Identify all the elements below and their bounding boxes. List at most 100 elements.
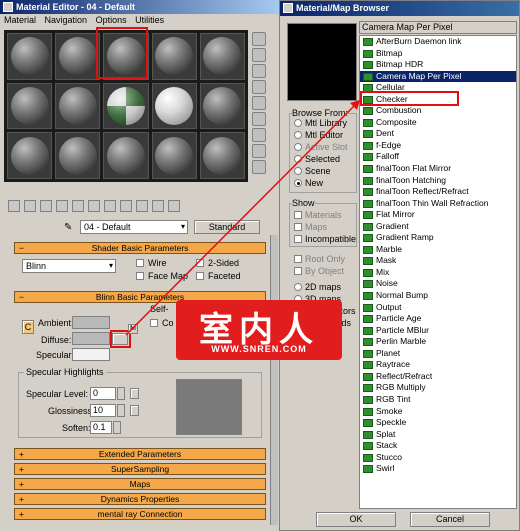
map-list-item[interactable]: Mix: [360, 267, 516, 279]
shader-type-dropdown[interactable]: Blinn: [22, 259, 116, 273]
map-list-item[interactable]: Mask: [360, 255, 516, 267]
map-list-item[interactable]: Gradient Ramp: [360, 232, 516, 244]
self-illum-color-checkbox[interactable]: [150, 319, 158, 327]
dynamics-properties-rollout-header[interactable]: + Dynamics Properties: [14, 493, 266, 505]
browse-from-radio[interactable]: [294, 179, 302, 187]
map-list-item[interactable]: Particle MBlur: [360, 325, 516, 337]
map-list-item[interactable]: Combustion: [360, 105, 516, 117]
menu-utilities[interactable]: Utilities: [135, 15, 164, 25]
sample-slot[interactable]: [151, 132, 197, 179]
sample-slot[interactable]: [199, 82, 245, 130]
browse-from-radio[interactable]: [294, 167, 302, 175]
specular-color-swatch[interactable]: [72, 348, 110, 361]
sample-slot[interactable]: [55, 82, 101, 130]
supersampling-rollout-header[interactable]: + SuperSampling: [14, 463, 266, 475]
put-to-scene-button[interactable]: [24, 200, 36, 212]
map-list-item[interactable]: Noise: [360, 278, 516, 290]
map-list-item[interactable]: finalToon Hatching: [360, 175, 516, 187]
menu-options[interactable]: Options: [96, 15, 127, 25]
show-incompatible-checkbox[interactable]: [294, 235, 302, 243]
show-materials-checkbox[interactable]: [294, 211, 302, 219]
ambient-color-swatch[interactable]: [72, 316, 110, 329]
make-preview-button[interactable]: [252, 112, 266, 126]
map-list-item[interactable]: Stucco: [360, 452, 516, 464]
menu-material[interactable]: Material: [4, 15, 36, 25]
maps-rollout-header[interactable]: + Maps: [14, 478, 266, 490]
map-list-item[interactable]: Bitmap: [360, 48, 516, 60]
show-map-in-viewport-button[interactable]: [120, 200, 132, 212]
menu-navigation[interactable]: Navigation: [45, 15, 88, 25]
map-list-item[interactable]: Speckle: [360, 417, 516, 429]
sample-slot[interactable]: [199, 132, 245, 179]
browse-from-radio[interactable]: [294, 119, 302, 127]
browse-from-radio[interactable]: [294, 143, 302, 151]
video-color-check-button[interactable]: [252, 96, 266, 110]
map-list-item[interactable]: Flat Mirror: [360, 209, 516, 221]
browse-from-radio[interactable]: [294, 131, 302, 139]
map-list-item[interactable]: Normal Bump: [360, 290, 516, 302]
specular-level-map-button[interactable]: [130, 388, 139, 399]
go-to-parent-button[interactable]: [152, 200, 164, 212]
map-list-item[interactable]: AfterBurn Daemon link: [360, 36, 516, 48]
ambient-map-button[interactable]: M: [128, 324, 138, 334]
put-to-library-button[interactable]: [88, 200, 100, 212]
go-forward-to-sibling-button[interactable]: [168, 200, 180, 212]
map-list-item[interactable]: finalToon Flat Mirror: [360, 163, 516, 175]
material-effects-channel-button[interactable]: [104, 200, 116, 212]
root-only-checkbox[interactable]: [294, 255, 302, 263]
map-list-item[interactable]: Marble: [360, 244, 516, 256]
make-unique-button[interactable]: [72, 200, 84, 212]
sample-slot[interactable]: [55, 33, 101, 80]
sample-uv-tiling-button[interactable]: [252, 80, 266, 94]
sample-slot[interactable]: [7, 82, 53, 130]
map-list-item[interactable]: Gradient: [360, 221, 516, 233]
map-list-item[interactable]: Perlin Marble: [360, 336, 516, 348]
specular-level-field[interactable]: 0: [90, 387, 116, 400]
specular-level-spinner[interactable]: [117, 387, 125, 400]
pick-material-icon[interactable]: ✎: [64, 222, 72, 233]
glossiness-field[interactable]: 10: [90, 404, 116, 417]
sample-type-button[interactable]: [252, 32, 266, 46]
browse-from-radio[interactable]: [294, 155, 302, 163]
sample-slot[interactable]: [151, 82, 197, 130]
map-list-item[interactable]: RGB Tint: [360, 394, 516, 406]
map-list-item[interactable]: f-Edge: [360, 140, 516, 152]
shader-basic-rollout-header[interactable]: − Shader Basic Parameters: [14, 242, 266, 254]
faceted-checkbox[interactable]: [196, 272, 204, 280]
face-map-checkbox[interactable]: [136, 272, 144, 280]
map-list-item[interactable]: RGB Multiply: [360, 382, 516, 394]
background-button[interactable]: [252, 64, 266, 78]
extended-parameters-rollout-header[interactable]: + Extended Parameters: [14, 448, 266, 460]
glossiness-spinner[interactable]: [117, 404, 125, 417]
ok-button[interactable]: OK: [316, 512, 396, 527]
by-object-checkbox[interactable]: [294, 267, 302, 275]
map-list-item[interactable]: Composite: [360, 117, 516, 129]
mental-ray-connection-rollout-header[interactable]: + mental ray Connection: [14, 508, 266, 520]
map-list-item[interactable]: Dent: [360, 128, 516, 140]
map-list-item[interactable]: Particle Age: [360, 313, 516, 325]
map-list-item[interactable]: Swirl: [360, 463, 516, 475]
diffuse-color-swatch[interactable]: [72, 332, 110, 345]
sample-slot[interactable]: [7, 33, 53, 80]
map-list-item[interactable]: Stack: [360, 440, 516, 452]
map-list-item[interactable]: finalToon Reflect/Refract: [360, 186, 516, 198]
material-navigator-button[interactable]: [252, 160, 266, 174]
map-list-item[interactable]: Falloff: [360, 151, 516, 163]
map-list-item[interactable]: Bitmap HDR: [360, 59, 516, 71]
soften-spinner[interactable]: [113, 421, 121, 434]
selected-map-name-field[interactable]: Camera Map Per Pixel: [359, 21, 517, 34]
show-end-result-button[interactable]: [136, 200, 148, 212]
get-material-button[interactable]: [8, 200, 20, 212]
sample-slot[interactable]: [151, 33, 197, 80]
material-type-button[interactable]: Standard: [194, 220, 260, 234]
two-sided-checkbox[interactable]: [196, 259, 204, 267]
sample-slot[interactable]: [103, 82, 149, 130]
select-by-material-button[interactable]: [252, 144, 266, 158]
map-list-item[interactable]: Planet: [360, 348, 516, 360]
sample-slot[interactable]: [103, 132, 149, 179]
show-maps-checkbox[interactable]: [294, 223, 302, 231]
sample-slot[interactable]: [7, 132, 53, 179]
wire-checkbox[interactable]: [136, 259, 144, 267]
sample-slot[interactable]: [199, 33, 245, 80]
map-list-item[interactable]: Reflect/Refract: [360, 371, 516, 383]
